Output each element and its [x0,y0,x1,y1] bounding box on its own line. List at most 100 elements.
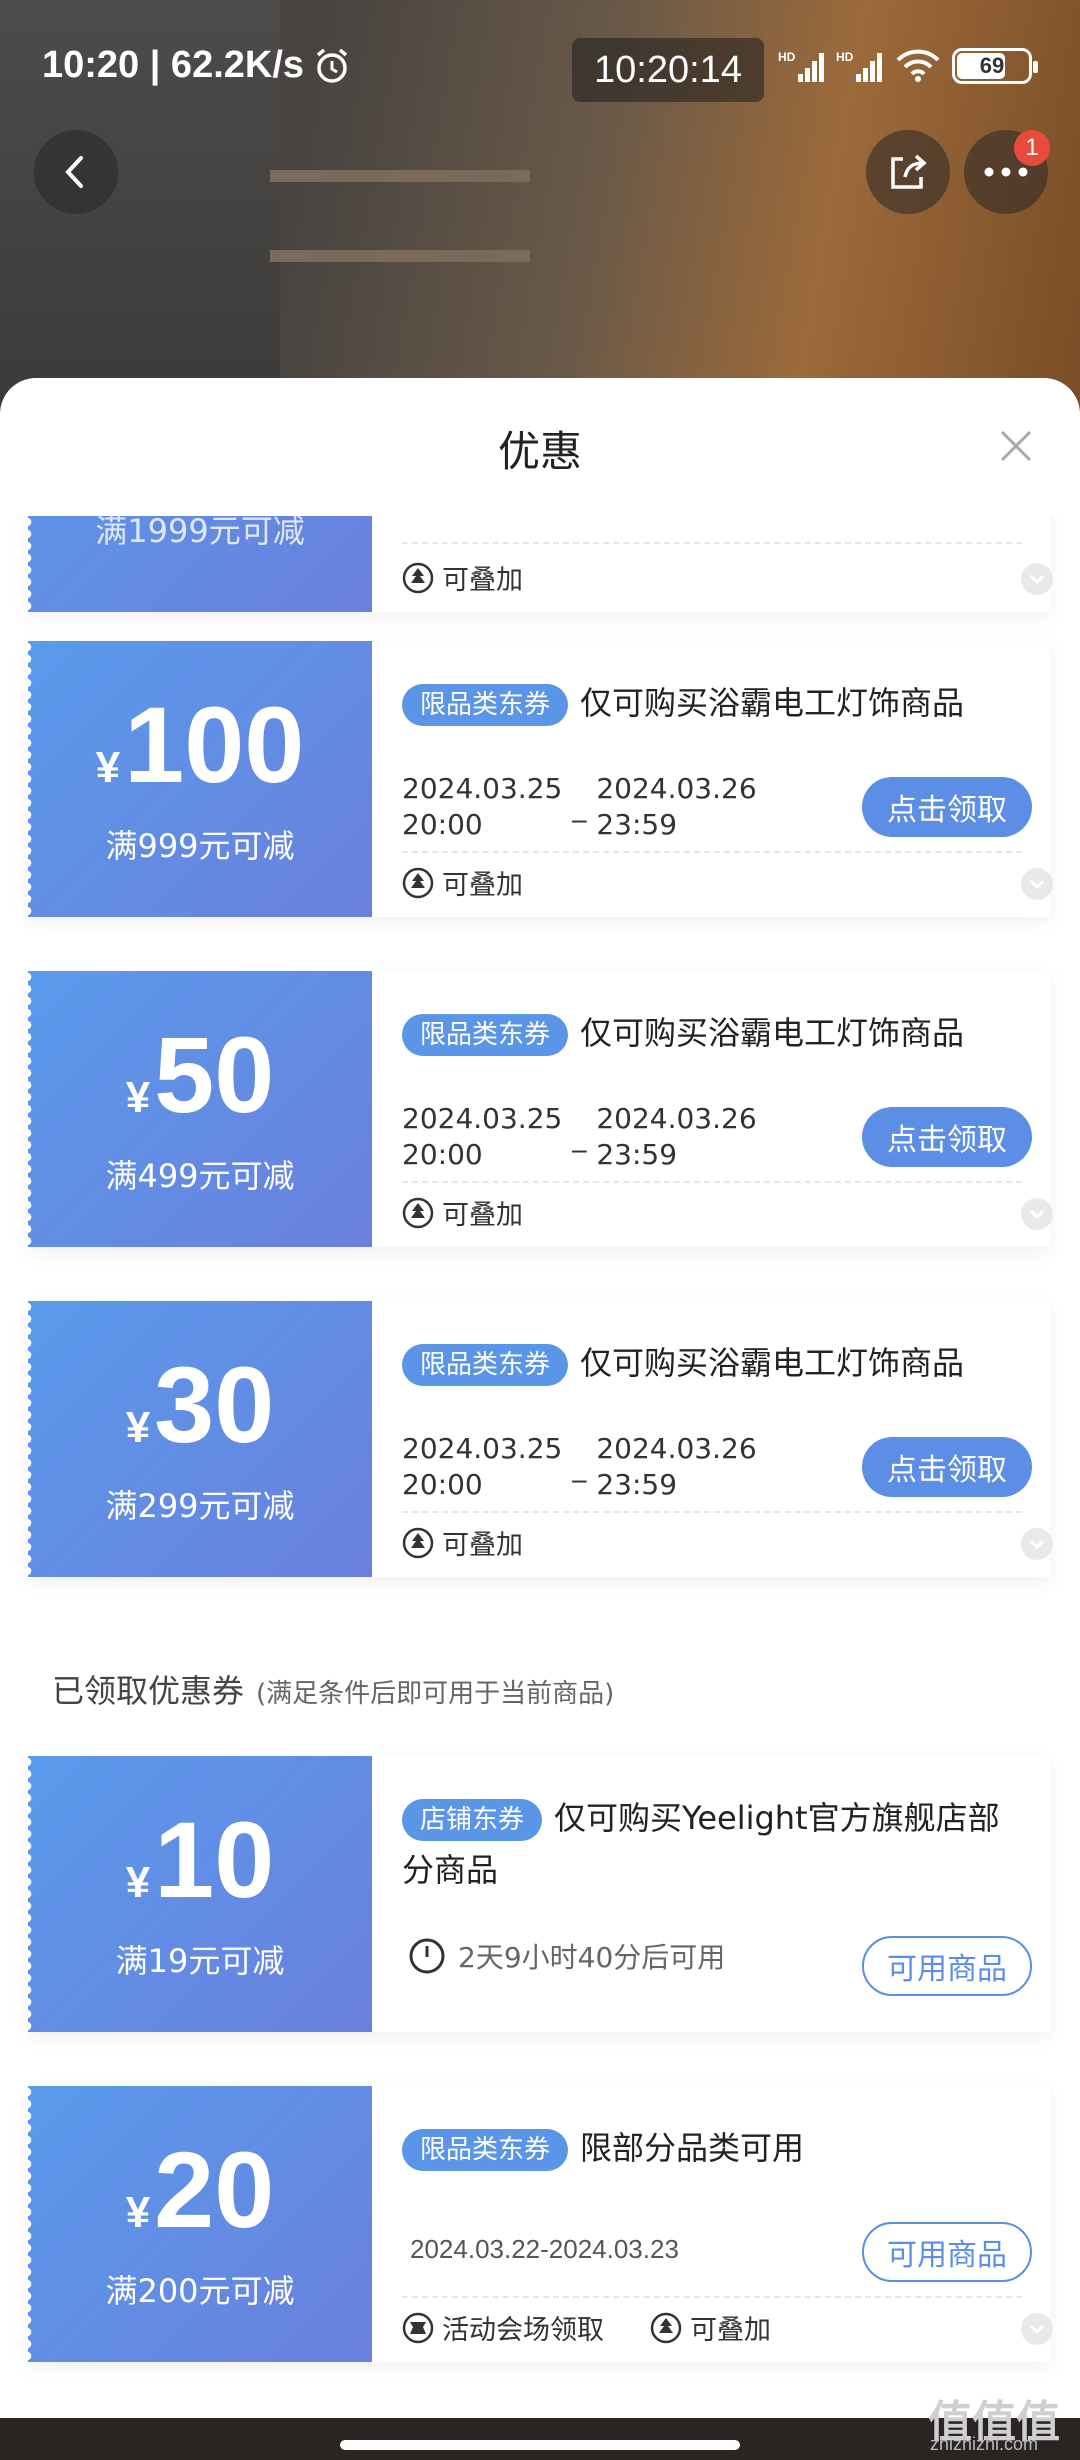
stackable-row: 可叠加 [402,558,523,597]
min-spend: 满299元可减 [105,1487,295,1525]
coupon-tag: 店铺东券 [402,1799,543,1841]
coupon-list[interactable]: 满1999元可减 可叠加 ¥100 满999元可减 限品类东券 仅可购买浴霸电工灯… [0,516,1080,2418]
coupon-card: ¥100 满999元可减 限品类东券 仅可购买浴霸电工灯饰商品 2024.03.2… [27,641,1053,917]
coupon-left: 满1999元可减 [27,516,372,612]
battery-icon: 69 [952,48,1038,84]
yen-sign: ¥ [125,2188,151,2237]
coupon-card: ¥50 满499元可减 限品类东券 仅可购买浴霸电工灯饰商品 2024.03.25… [27,971,1053,1247]
min-spend: 满499元可减 [105,1157,295,1195]
coupon-left: ¥10 满19元可减 [27,1756,372,2032]
amount-value: 50 [154,1014,275,1135]
status-bar: 10:20 | 62.2K/s 10:20:14 HD HD 69 [0,0,1080,140]
stackable-label: 可叠加 [442,870,523,901]
coupon-sheet: 优惠 满1999元可减 可叠加 ¥100 满999元可减 限品类东券 仅可购买浴… [0,378,1080,2418]
coupon-right: 限品类东券 仅可购买浴霸电工灯饰商品 2024.03.25 20:00 _ 202… [372,971,1053,1247]
available-products-button[interactable]: 可用商品 [862,2222,1032,2282]
amount-value: 30 [154,1344,275,1465]
coupon-tag: 限品类东券 [402,2129,569,2171]
amount-value: 100 [124,684,305,805]
date-end: 2024.03.26 23:59 [596,1102,757,1171]
claimed-note: (满足条件后即可用于当前商品) [256,1679,615,1709]
tree-icon [402,562,434,593]
availability-text: 2天9小时40分后可用 [458,1941,726,1974]
date-start: 2024.03.25 20:00 [402,1102,563,1171]
claimed-section-title: 已领取优惠券 (满足条件后即可用于当前商品) [52,1666,614,1712]
min-spend: 满1999元可减 [95,516,305,550]
venue-icon [402,2312,434,2343]
claim-button[interactable]: 点击领取 [862,777,1032,837]
coupon-card-partial: 满1999元可减 可叠加 [27,516,1053,612]
share-button[interactable] [866,130,950,214]
available-products-button[interactable]: 可用商品 [862,1936,1032,1996]
coupon-amount: ¥30 [28,1351,372,1459]
tree-icon [402,1527,434,1558]
date-separator: _ [572,790,587,823]
coupon-right: 限品类东券 限部分品类可用 2024.03.22-2024.03.23 可用商品 … [372,2086,1053,2362]
status-time-speed: 10:20 | 62.2K/s [42,44,352,87]
coupon-title-text: 仅可购买浴霸电工灯饰商品 [580,1344,965,1382]
home-indicator[interactable] [340,2440,740,2450]
coupon-amount: ¥10 [28,1806,372,1914]
clock-box: 10:20:14 [572,38,764,102]
coupon-left: ¥20 满200元可减 [27,2086,372,2362]
date-start: 2024.03.25 20:00 [402,1432,563,1501]
coupon-amount: ¥20 [28,2136,372,2244]
status-icons: HD HD 69 [778,48,1038,84]
chevron-down-icon[interactable] [1020,867,1054,901]
battery-level: 69 [979,53,1005,78]
chevron-down-icon[interactable] [1020,1527,1054,1561]
claimed-title: 已领取优惠券 [52,1672,245,1710]
alarm-icon [316,48,348,83]
more-icon [984,167,1028,177]
stackable-label: 可叠加 [442,1200,523,1231]
clock-icon [409,1938,445,1974]
wifi-icon [896,49,940,82]
chevron-down-icon[interactable] [1020,562,1054,596]
yen-sign: ¥ [125,1403,151,1452]
coupon-title: 限品类东券 仅可购买浴霸电工灯饰商品 [402,677,1012,729]
min-spend: 满19元可减 [115,1942,285,1980]
back-button[interactable] [34,130,118,214]
venue-stack-row: 活动会场领取 可叠加 [402,2308,771,2347]
signal-hd-icon: HD [778,50,824,82]
coupon-right: 店铺东券 仅可购买Yeelight官方旗舰店部分商品 2天9小时40分后可用 可用… [372,1756,1050,2032]
chevron-down-icon[interactable] [1020,1197,1054,1231]
coupon-tag: 限品类东券 [402,1344,569,1386]
coupon-left: ¥50 满499元可减 [27,971,372,1247]
coupon-card: ¥30 满299元可减 限品类东券 仅可购买浴霸电工灯饰商品 2024.03.25… [27,1301,1053,1577]
stackable-label: 可叠加 [690,2315,771,2346]
coupon-amount: ¥50 [28,1021,372,1129]
divider [402,851,1022,853]
chevron-left-icon [65,156,83,188]
coupon-dates: 2024.03.25 20:00 _ 2024.03.26 23:59 [402,1101,757,1173]
coupon-dates: 2024.03.25 20:00 _ 2024.03.26 23:59 [402,771,757,843]
date-start: 2024.03.25 20:00 [402,772,563,841]
tree-icon [650,2312,682,2343]
date-end: 2024.03.26 23:59 [596,772,757,841]
signal-hd-icon: HD [836,50,882,82]
coupon-dates: 2024.03.25 20:00 _ 2024.03.26 23:59 [402,1431,757,1503]
stackable-row: 可叠加 [402,1523,523,1562]
coupon-left: ¥30 满299元可减 [27,1301,372,1577]
svg-text:HD: HD [778,50,796,64]
stackable-row: 可叠加 [402,1193,523,1232]
date-separator: _ [572,1120,587,1153]
tree-icon [402,867,434,898]
coupon-right: 可叠加 [372,516,1053,612]
date-end: 2024.03.26 23:59 [596,1432,757,1501]
availability-row: 2天9小时40分后可用 [408,1936,725,1976]
yen-sign: ¥ [125,1858,151,1907]
svg-text:HD: HD [836,50,854,64]
notification-badge: 1 [1014,130,1050,166]
chevron-down-icon[interactable] [1020,2312,1054,2346]
claim-button[interactable]: 点击领取 [862,1107,1032,1167]
yen-sign: ¥ [125,1073,151,1122]
coupon-left: ¥100 满999元可减 [27,641,372,917]
close-icon[interactable] [996,426,1036,466]
coupon-tag: 限品类东券 [402,684,569,726]
tree-icon [402,1197,434,1228]
claim-button[interactable]: 点击领取 [862,1437,1032,1497]
min-spend: 满999元可减 [105,827,295,865]
date-separator: _ [572,1450,587,1483]
claimed-coupon-card: ¥20 满200元可减 限品类东券 限部分品类可用 2024.03.22-2024… [27,2086,1053,2362]
